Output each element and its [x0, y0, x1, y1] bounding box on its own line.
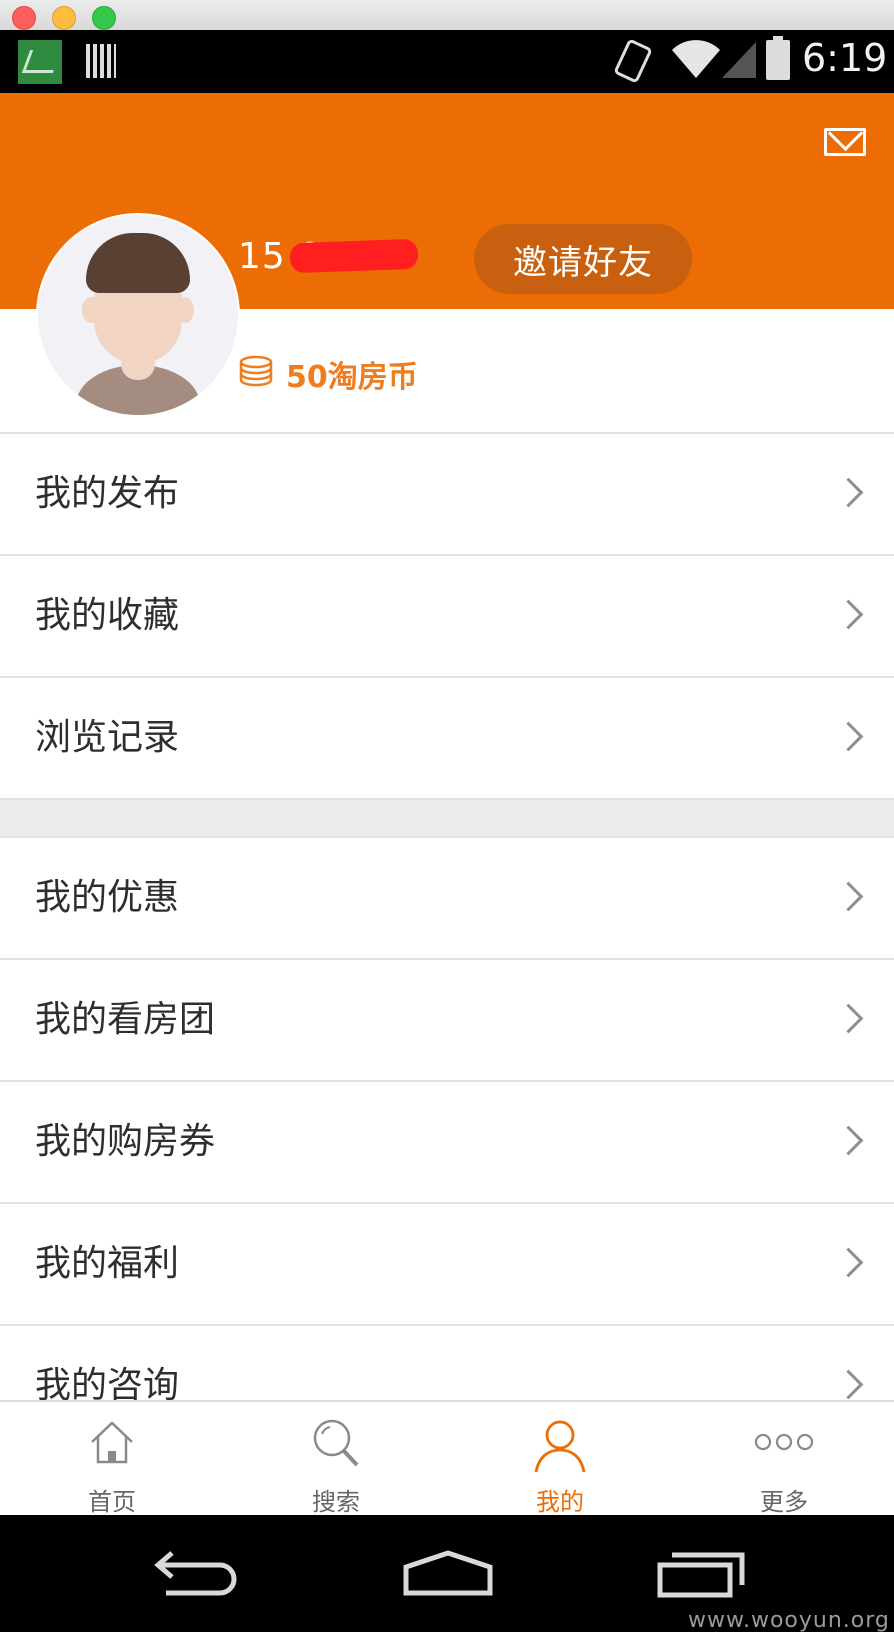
- menu-item-my-favorites[interactable]: 我的收藏: [0, 556, 894, 678]
- menu-item-my-viewing-groups[interactable]: 我的看房团: [0, 960, 894, 1082]
- wifi-icon: [672, 40, 720, 78]
- menu-item-label: 浏览记录: [35, 717, 180, 758]
- tab-label: 更多: [760, 1488, 808, 1516]
- menu-item-label: 我的发布: [35, 473, 180, 514]
- redaction-mark: [289, 238, 419, 274]
- menu-item-label: 我的优惠: [35, 877, 180, 918]
- coins-balance: 50淘房币: [286, 360, 418, 395]
- chevron-right-icon: [833, 721, 864, 752]
- menu-group-2: 我的优惠 我的看房团 我的购房券 我的福利 我的咨询: [0, 838, 894, 1448]
- menu-item-my-housing-vouchers[interactable]: 我的购房券: [0, 1082, 894, 1204]
- maximize-window-button[interactable]: [92, 6, 116, 30]
- auto-rotate-icon: [613, 38, 653, 84]
- home-icon: [91, 1421, 133, 1464]
- coins-icon: [239, 355, 273, 387]
- chevron-right-icon: [833, 1247, 864, 1278]
- tab-label: 首页: [88, 1488, 136, 1516]
- status-bar: 6:19: [0, 30, 894, 93]
- app-notification-icon: [18, 40, 62, 84]
- menu-list: 我的发布 我的收藏 浏览记录 我的优惠 我的看房团 我的购房券 我的福利 我的咨…: [0, 432, 894, 1448]
- barcode-notification-icon: [86, 44, 116, 78]
- back-icon[interactable]: [152, 1549, 242, 1599]
- home-button-icon[interactable]: [402, 1549, 494, 1599]
- more-dots-icon: [754, 1433, 814, 1451]
- menu-item-my-benefits[interactable]: 我的福利: [0, 1204, 894, 1326]
- invite-friends-button[interactable]: 邀请好友: [474, 224, 692, 294]
- chevron-right-icon: [833, 1369, 864, 1400]
- menu-group-1: 我的发布 我的收藏 浏览记录: [0, 432, 894, 800]
- mail-icon[interactable]: [824, 128, 866, 156]
- recent-apps-icon[interactable]: [656, 1549, 748, 1599]
- tab-mine[interactable]: 我的: [448, 1402, 672, 1517]
- chevron-right-icon: [833, 1003, 864, 1034]
- close-window-button[interactable]: [12, 6, 36, 30]
- tab-home[interactable]: 首页: [0, 1402, 224, 1517]
- avatar[interactable]: [36, 213, 240, 417]
- watermark: www.wooyun.org: [688, 1608, 890, 1633]
- battery-icon: [766, 36, 790, 80]
- menu-item-label: 我的购房券: [35, 1121, 216, 1162]
- person-icon: [534, 1420, 586, 1473]
- chevron-right-icon: [833, 599, 864, 630]
- tab-label: 我的: [536, 1488, 584, 1516]
- chevron-right-icon: [833, 881, 864, 912]
- section-divider: [0, 800, 894, 838]
- signal-icon: [722, 42, 756, 78]
- menu-item-browse-history[interactable]: 浏览记录: [0, 678, 894, 800]
- chevron-right-icon: [833, 1125, 864, 1156]
- menu-item-my-posts[interactable]: 我的发布: [0, 434, 894, 556]
- menu-item-label: 我的福利: [35, 1243, 180, 1284]
- tab-label: 搜索: [312, 1488, 360, 1516]
- menu-item-label: 我的收藏: [35, 595, 180, 636]
- window-chrome: [0, 0, 894, 31]
- search-icon: [313, 1419, 359, 1467]
- chevron-right-icon: [833, 477, 864, 508]
- tab-more[interactable]: 更多: [672, 1402, 894, 1517]
- menu-item-my-discounts[interactable]: 我的优惠: [0, 838, 894, 960]
- menu-item-label: 我的看房团: [35, 999, 216, 1040]
- bottom-tab-bar: 首页 搜索 我的 更多: [0, 1400, 894, 1517]
- status-time: 6:19: [802, 36, 888, 80]
- tab-search[interactable]: 搜索: [224, 1402, 448, 1517]
- minimize-window-button[interactable]: [52, 6, 76, 30]
